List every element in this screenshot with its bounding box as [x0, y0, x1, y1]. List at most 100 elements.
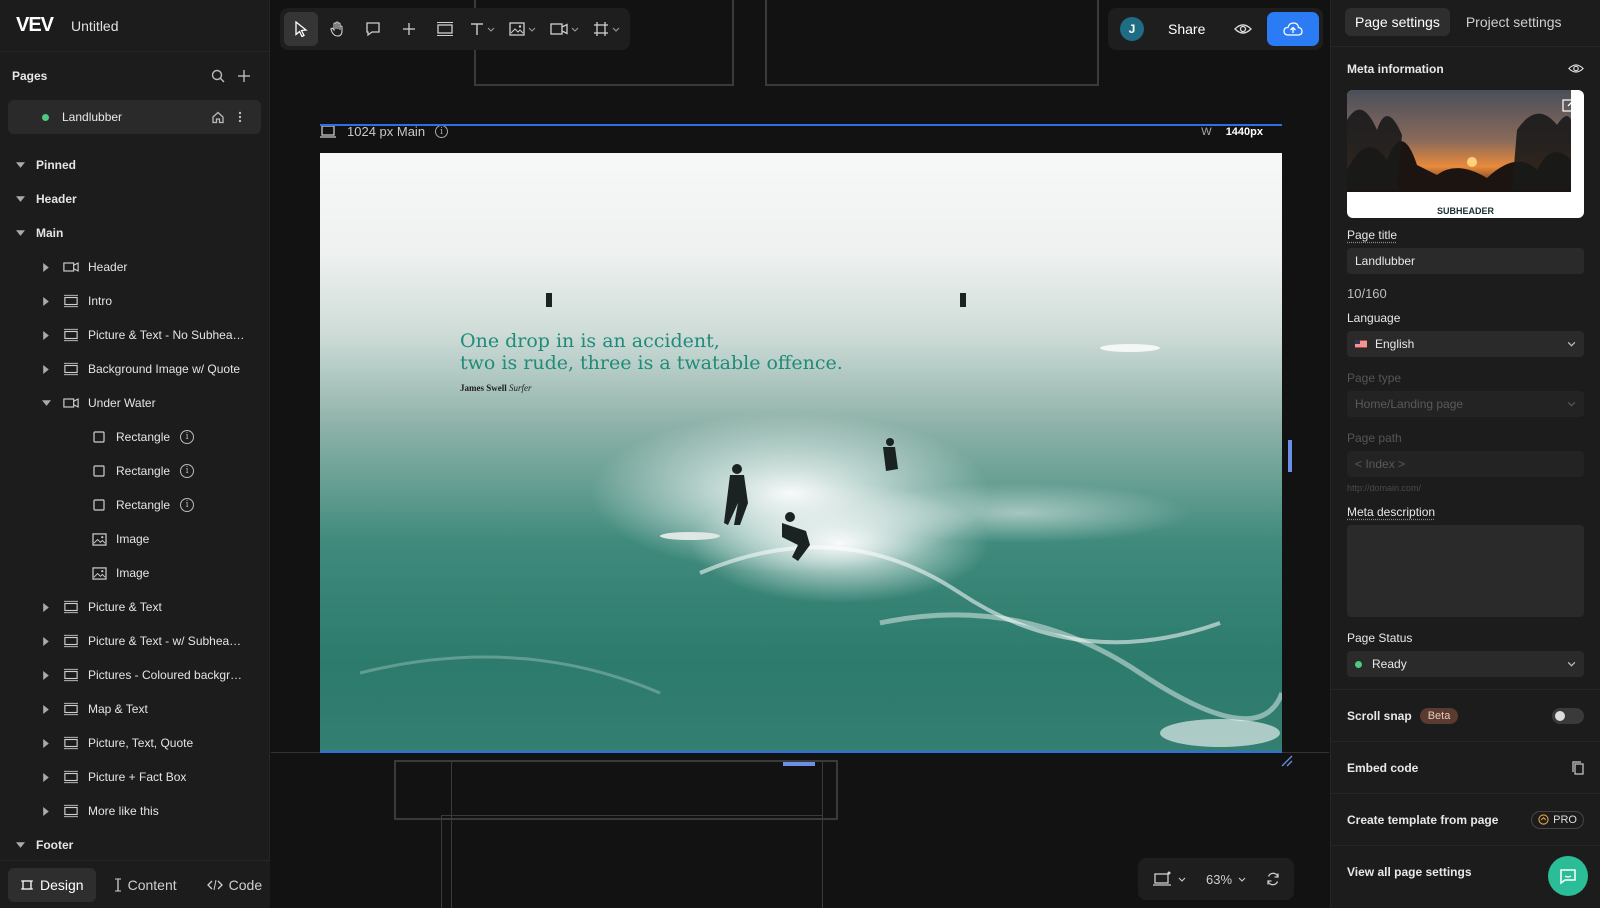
hand-tool[interactable]: [320, 12, 354, 46]
layer-item[interactable]: Rectangle i: [0, 420, 269, 454]
caret-right-icon[interactable]: [40, 737, 52, 749]
tab-content[interactable]: Content: [102, 868, 189, 902]
device-select[interactable]: [1146, 871, 1192, 887]
add-tool[interactable]: [392, 12, 426, 46]
share-button[interactable]: Share: [1150, 12, 1223, 46]
page-item-landlubber[interactable]: Landlubber: [8, 100, 261, 134]
caret-right-icon[interactable]: [40, 669, 52, 681]
page-frame[interactable]: One drop in is an accident, two is rude,…: [320, 153, 1282, 753]
home-icon[interactable]: [207, 106, 229, 128]
zoom-select[interactable]: 63%: [1200, 872, 1252, 887]
layer-item[interactable]: Picture & Text - No Subhea…: [0, 318, 269, 352]
text-tool[interactable]: [464, 12, 501, 46]
section-tool[interactable]: [428, 12, 462, 46]
embed-code-row[interactable]: Embed code: [1331, 741, 1600, 793]
caret-down-icon[interactable]: [14, 839, 26, 851]
layer-item[interactable]: Header: [0, 182, 269, 216]
caret-down-icon[interactable]: [14, 193, 26, 205]
layer-item[interactable]: Pictures - Coloured backgr…: [0, 658, 269, 692]
layer-item[interactable]: Picture + Fact Box: [0, 760, 269, 794]
edit-icon[interactable]: [1562, 98, 1576, 112]
info-icon[interactable]: i: [180, 464, 195, 478]
layer-item[interactable]: Picture, Text, Quote: [0, 726, 269, 760]
caret-right-icon[interactable]: [40, 295, 52, 307]
caret-right-icon[interactable]: [40, 329, 52, 341]
page-title-input[interactable]: Landlubber: [1347, 248, 1584, 274]
eye-icon[interactable]: [1568, 63, 1584, 74]
project-title[interactable]: Untitled: [71, 18, 118, 34]
caret-down-icon[interactable]: [40, 397, 52, 409]
info-icon[interactable]: i: [180, 498, 195, 512]
layer-item[interactable]: More like this: [0, 794, 269, 828]
publish-button[interactable]: [1267, 12, 1320, 46]
layer-item[interactable]: Picture & Text: [0, 590, 269, 624]
refresh-button[interactable]: [1260, 872, 1286, 886]
create-template-row[interactable]: Create template from page PRO: [1331, 793, 1600, 845]
layer-item[interactable]: Rectangle i: [0, 454, 269, 488]
tab-design[interactable]: Design: [8, 867, 96, 902]
beta-badge: Beta: [1419, 707, 1459, 724]
meta-description-input[interactable]: [1347, 525, 1584, 617]
layer-item[interactable]: Header: [0, 250, 269, 284]
tab-page-settings[interactable]: Page settings: [1345, 8, 1450, 36]
tab-project-settings[interactable]: Project settings: [1456, 8, 1572, 36]
frame-tool[interactable]: [587, 12, 626, 46]
caret-right-icon[interactable]: [40, 703, 52, 715]
comment-tool[interactable]: [356, 12, 390, 46]
layer-item[interactable]: Footer: [0, 828, 269, 862]
layer-item[interactable]: Rectangle i: [0, 488, 269, 522]
language-select[interactable]: English: [1347, 331, 1584, 357]
layer-item[interactable]: Image: [0, 522, 269, 556]
layer-item[interactable]: Picture & Text - w/ Subhea…: [0, 624, 269, 658]
caret-right-icon[interactable]: [40, 771, 52, 783]
page-status-select[interactable]: Ready: [1347, 651, 1584, 677]
copy-icon[interactable]: [1572, 760, 1584, 775]
caret-right-icon[interactable]: [40, 601, 52, 613]
resize-corner-icon[interactable]: [1281, 755, 1293, 767]
layer-label: Header: [88, 260, 128, 274]
quote-text[interactable]: One drop in is an accident, two is rude,…: [460, 330, 843, 374]
layer-item[interactable]: Pinned: [0, 148, 269, 182]
caret-right-icon[interactable]: [40, 363, 52, 375]
author-role: Surfer: [509, 383, 532, 393]
tab-code[interactable]: Code: [195, 868, 274, 902]
layer-item[interactable]: Image: [0, 556, 269, 590]
vev-logo[interactable]: VEV: [16, 14, 54, 37]
caret-right-icon[interactable]: [40, 635, 52, 647]
layer-label: Background Image w/ Quote: [88, 362, 241, 376]
scroll-snap-toggle[interactable]: [1552, 707, 1584, 724]
caret-down-icon[interactable]: [14, 159, 26, 171]
select-tool[interactable]: [284, 12, 318, 46]
layer-label: Pinned: [36, 158, 77, 172]
more-vertical-icon[interactable]: [229, 106, 251, 128]
caret-right-icon[interactable]: [40, 805, 52, 817]
preview-button[interactable]: [1223, 12, 1263, 46]
chevron-down-icon: [1178, 877, 1186, 882]
frame-label[interactable]: 1024 px Main i: [319, 124, 449, 139]
image-tool[interactable]: [503, 12, 542, 46]
chat-support-button[interactable]: [1548, 856, 1588, 896]
layer-item[interactable]: Background Image w/ Quote: [0, 352, 269, 386]
layer-item[interactable]: Under Water: [0, 386, 269, 420]
resize-handle-right[interactable]: [1288, 440, 1292, 472]
quote-author[interactable]: James Swell Surfer: [460, 383, 532, 393]
resize-handle-bottom[interactable]: [783, 762, 815, 766]
search-icon[interactable]: [205, 63, 231, 89]
caret-down-icon[interactable]: [14, 227, 26, 239]
social-preview-image[interactable]: SUBHEADER: [1347, 90, 1584, 218]
layer-item[interactable]: Map & Text: [0, 692, 269, 726]
layer-label: Map & Text: [88, 702, 148, 716]
chat-icon: [1559, 867, 1577, 885]
page-type-select[interactable]: Home/Landing page: [1347, 391, 1584, 417]
video-tool[interactable]: [544, 12, 585, 46]
caret-right-icon[interactable]: [40, 261, 52, 273]
page-path-input[interactable]: < Index >: [1347, 451, 1584, 477]
info-icon[interactable]: i: [180, 430, 195, 444]
layer-item[interactable]: Intro: [0, 284, 269, 318]
canvas[interactable]: 1024 px Main i W 1440px One drop in is a…: [271, 0, 1329, 908]
avatar[interactable]: J: [1120, 17, 1144, 41]
info-icon[interactable]: i: [435, 125, 449, 138]
meta-information-header: Meta information: [1331, 46, 1600, 90]
layer-item[interactable]: Main: [0, 216, 269, 250]
add-page-icon[interactable]: [231, 63, 257, 89]
